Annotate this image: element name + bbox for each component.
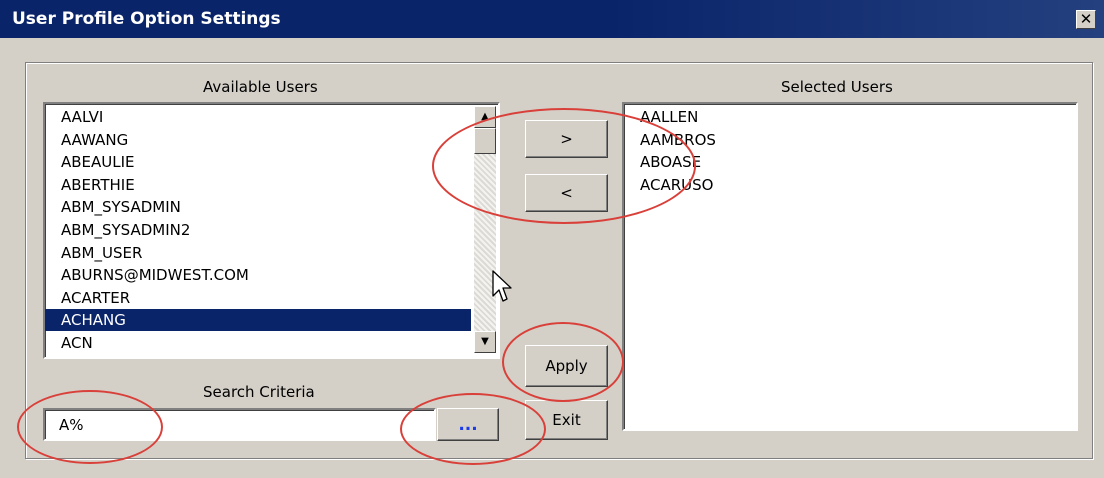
available-list-item[interactable]: ACARTER	[61, 287, 130, 309]
available-list-item[interactable]: ABM_USER	[61, 242, 142, 264]
apply-button[interactable]: Apply	[525, 345, 608, 387]
selected-list-item[interactable]: ABOASE	[640, 151, 701, 173]
available-list-item[interactable]: ACN	[61, 332, 93, 354]
window-title: User Profile Option Settings	[12, 9, 281, 29]
available-users-label: Available Users	[203, 78, 318, 96]
scroll-down-icon[interactable]: ▼	[474, 331, 496, 353]
selected-list-item[interactable]: ACARUSO	[640, 174, 713, 196]
available-list-item[interactable]: AALVI	[61, 106, 103, 128]
selected-list-item[interactable]: AALLEN	[640, 106, 698, 128]
scroll-thumb[interactable]	[474, 128, 496, 154]
remove-user-button[interactable]: <	[525, 174, 608, 212]
available-users-list[interactable]: AALVI AAWANG ABEAULIE ABERTHIE ABM_SYSADMIN A…	[43, 102, 500, 359]
selected-list-item[interactable]: AAMBROS	[640, 129, 716, 151]
available-list-item[interactable]: ACHANG	[45, 309, 471, 332]
title-bar[interactable]: User Profile Option Settings ✕	[0, 0, 1104, 38]
scrollbar[interactable]: ▲ ▼	[474, 106, 496, 353]
add-user-button[interactable]: >	[525, 120, 608, 158]
available-list-item[interactable]: AAWANG	[61, 129, 128, 151]
mouse-cursor-icon	[492, 270, 512, 302]
scroll-up-icon[interactable]: ▲	[474, 106, 496, 128]
selected-users-label: Selected Users	[781, 78, 893, 96]
available-list-item[interactable]: ABEAULIE	[61, 151, 135, 173]
search-input-value: A%	[59, 416, 84, 434]
available-list-item[interactable]: ABM_SYSADMIN	[61, 196, 181, 218]
selected-users-list[interactable]: AALLEN AAMBROS ABOASE ACARUSO	[622, 102, 1078, 431]
dialog-window: User Profile Option Settings ✕ Available…	[0, 0, 1104, 478]
search-input[interactable]: A%	[43, 408, 436, 441]
available-list-item[interactable]: ABM_SYSADMIN2	[61, 219, 190, 241]
search-button[interactable]: ...	[437, 408, 499, 441]
exit-button[interactable]: Exit	[525, 400, 608, 440]
close-icon[interactable]: ✕	[1076, 10, 1096, 29]
available-list-item[interactable]: ABERTHIE	[61, 174, 135, 196]
available-list-item[interactable]: ABURNS@MIDWEST.COM	[61, 264, 249, 286]
search-criteria-label: Search Criteria	[203, 383, 315, 401]
